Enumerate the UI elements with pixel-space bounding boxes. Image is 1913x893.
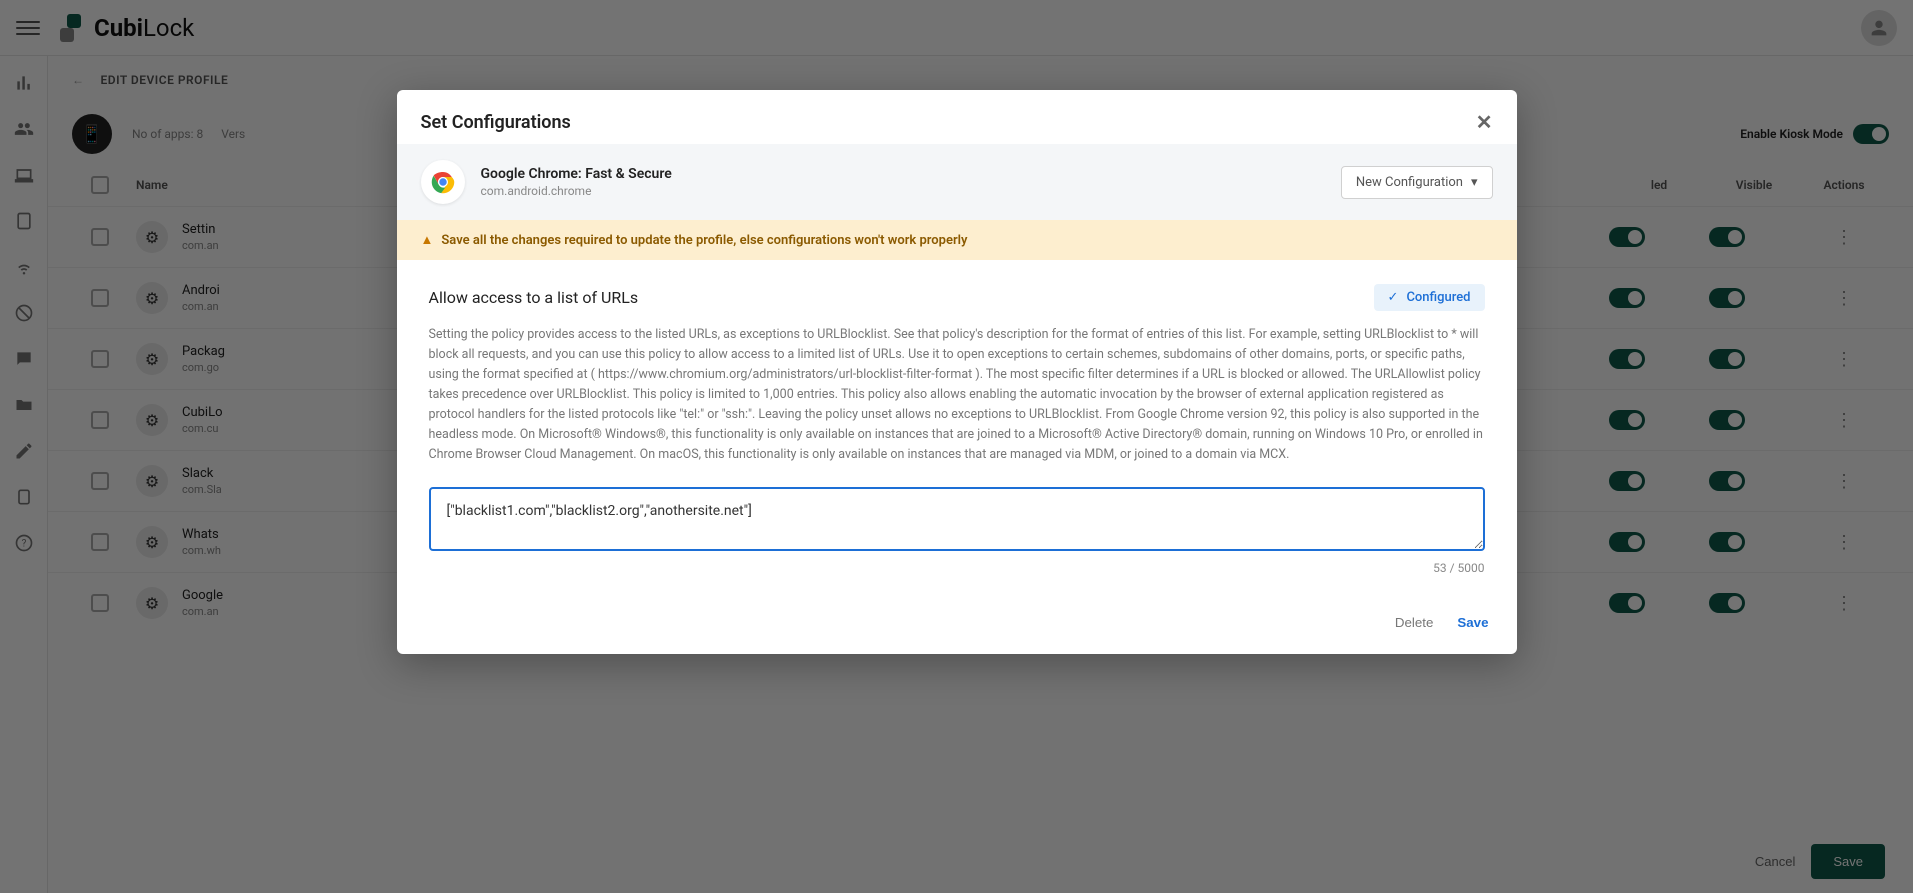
configured-badge: ✓ Configured	[1374, 284, 1485, 311]
config-description: Setting the policy provides access to th…	[429, 325, 1485, 465]
modal-app-name: Google Chrome: Fast & Secure	[481, 166, 672, 182]
modal-app-bar: Google Chrome: Fast & Secure com.android…	[397, 144, 1517, 220]
modal-save-button[interactable]: Save	[1457, 615, 1488, 630]
modal-footer: Delete Save	[397, 599, 1517, 654]
config-title: Allow access to a list of URLs	[429, 288, 639, 307]
chrome-icon	[421, 160, 465, 204]
warning-icon: ▲	[421, 232, 434, 248]
warning-text: Save all the changes required to update …	[441, 233, 967, 248]
close-icon[interactable]: ✕	[1476, 110, 1493, 134]
new-config-label: New Configuration	[1356, 175, 1463, 190]
modal-app-pkg: com.android.chrome	[481, 184, 672, 198]
char-count: 53 / 5000	[429, 561, 1485, 575]
check-icon: ✓	[1388, 290, 1399, 305]
warning-bar: ▲ Save all the changes required to updat…	[397, 220, 1517, 260]
url-list-input[interactable]	[429, 487, 1485, 551]
chevron-down-icon: ▾	[1471, 175, 1478, 190]
modal-overlay: Set Configurations ✕ Google Chrome: Fast…	[0, 0, 1913, 893]
modal-title: Set Configurations	[421, 112, 571, 133]
set-configurations-modal: Set Configurations ✕ Google Chrome: Fast…	[397, 90, 1517, 654]
configured-label: Configured	[1406, 290, 1470, 305]
new-configuration-dropdown[interactable]: New Configuration ▾	[1341, 166, 1493, 199]
modal-delete-button[interactable]: Delete	[1395, 615, 1434, 630]
